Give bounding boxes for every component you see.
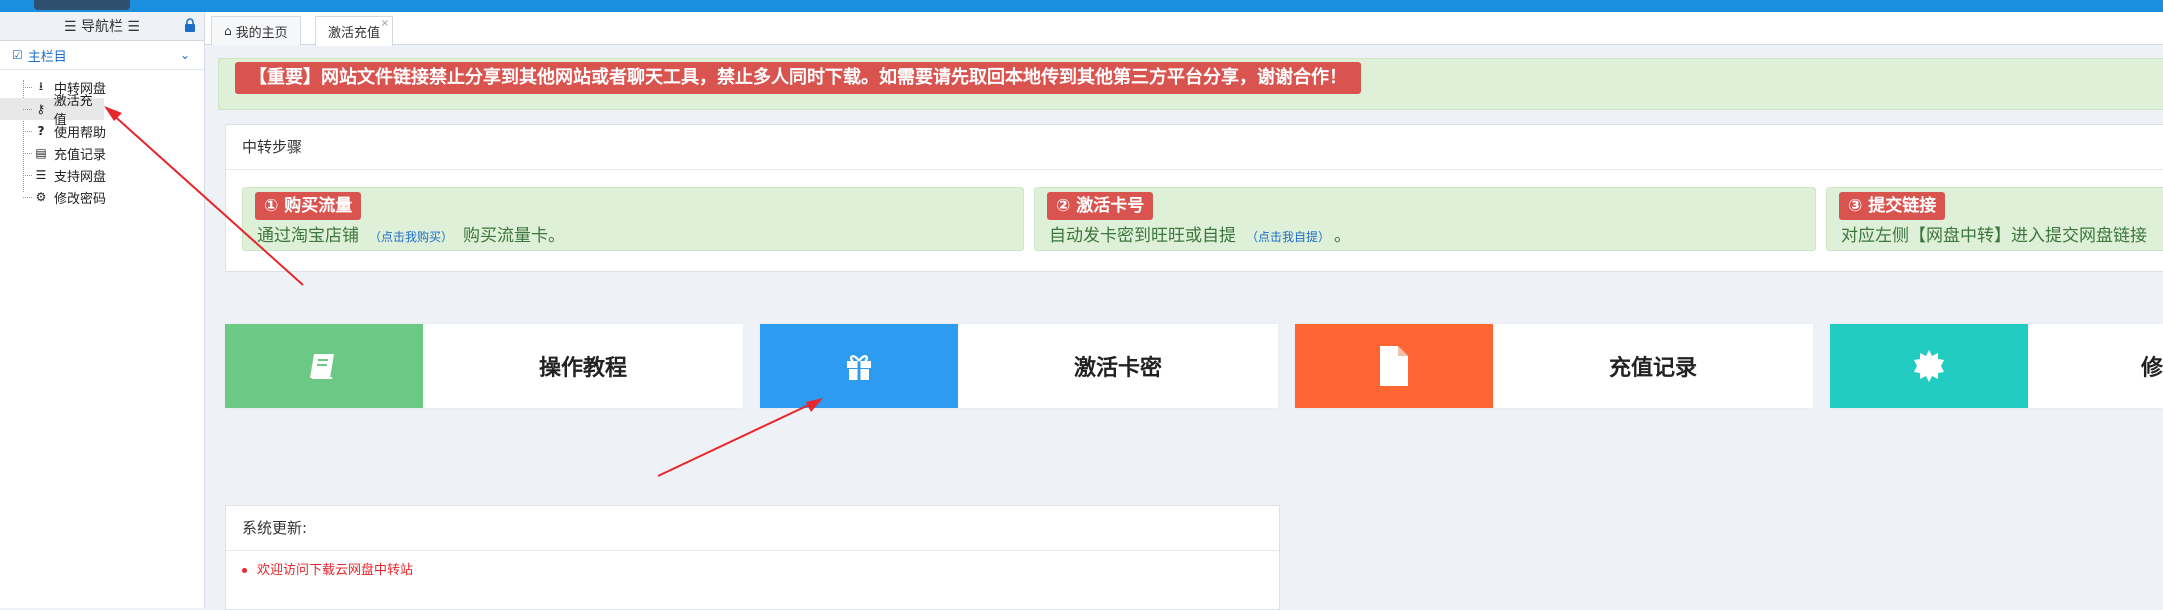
update-title: 系统更新: <box>226 506 1279 551</box>
step-badge: ③ 提交链接 <box>1839 192 1946 220</box>
tab-label: 激活充值 <box>328 26 381 41</box>
sidebar-item-label: 支持网盘 <box>54 169 107 185</box>
bullet-icon <box>242 568 247 573</box>
tile-icon-box <box>760 324 958 408</box>
sidebar-tree: ⭳ 中转网盘 ⚷ 激活充值 ? 使用帮助 ▤ 充值记录 ☰ 支持网盘 ⚙ 修改密… <box>0 70 204 208</box>
key-icon: ⚷ <box>36 102 46 116</box>
home-icon: ⌂ <box>224 24 232 38</box>
sidebar-header-label: ☰ 导航栏 ☰ <box>63 19 140 35</box>
notice-banner: 【重要】网站文件链接禁止分享到其他网站或者聊天工具，禁止多人同时下载。如需要请先… <box>218 58 2163 110</box>
list-icon: ☰ <box>35 168 47 182</box>
tab-label: 我的主页 <box>235 25 288 41</box>
step-text: 对应左侧【网盘中转】进入提交网盘链接 <box>1841 226 2147 246</box>
annotation-arrow <box>657 398 823 477</box>
step-description: 对应左侧【网盘中转】进入提交网盘链接 <box>1841 221 2147 246</box>
sidebar-item-records[interactable]: ▤ 充值记录 <box>0 142 204 164</box>
top-bar <box>0 0 2163 12</box>
sidebar-item-label: 修改密码 <box>54 191 107 207</box>
notice-text: 【重要】网站文件链接禁止分享到其他网站或者聊天工具，禁止多人同时下载。如需要请先… <box>235 62 1361 94</box>
sidebar-item-password[interactable]: ⚙ 修改密码 <box>0 186 204 208</box>
tab-bar: ⌂ 我的主页 激活充值 × <box>205 12 2163 46</box>
update-item-text: 欢迎访问下载云网盘中转站 <box>257 563 414 578</box>
tab-home[interactable]: ⌂ 我的主页 <box>211 16 301 45</box>
gift-icon <box>847 355 871 380</box>
sidebar-item-label: 使用帮助 <box>54 125 107 141</box>
step-text: 自动发卡密到旺旺或自提 <box>1049 226 1236 246</box>
step-badge: ② 激活卡号 <box>1047 192 1154 220</box>
sidebar-item-help[interactable]: ? 使用帮助 <box>0 120 204 142</box>
tile-label: 操作教程 <box>538 356 627 381</box>
lock-icon[interactable] <box>184 18 196 32</box>
book-icon <box>310 354 334 379</box>
step-card: ② 激活卡号 自动发卡密到旺旺或自提 （点击我自提） 。 <box>1034 187 1816 251</box>
self-pickup-link[interactable]: （点击我自提） <box>1246 230 1324 244</box>
tile-label: 充值记录 <box>1608 356 1697 381</box>
step-text: 购买流量卡。 <box>463 226 566 246</box>
chevron-down-icon[interactable]: ⌄ <box>180 48 190 62</box>
download-icon: ⭳ <box>38 78 44 93</box>
step-text: 。 <box>1334 226 1352 246</box>
question-icon: ? <box>37 124 45 138</box>
step-description: 自动发卡密到旺旺或自提 （点击我自提） 。 <box>1049 221 1351 246</box>
buy-link[interactable]: （点击我购买） <box>369 230 453 244</box>
sidebar: ☰ 导航栏 ☰ ☑ 主栏目 ⌄ ⭳ 中转网盘 ⚷ 激活充值 ? 使用帮助 ▤ 充… <box>0 12 205 608</box>
step-text: 通过淘宝店铺 <box>257 226 359 246</box>
tile-recharge-records[interactable]: 充值记录 <box>1295 324 1813 408</box>
system-update-panel: 系统更新: 欢迎访问下载云网盘中转站 <box>225 505 1280 610</box>
tab-activate[interactable]: 激活充值 × <box>315 16 394 46</box>
gear-badge-icon <box>1914 350 1944 382</box>
step-badge: ① 购买流量 <box>255 192 362 220</box>
close-icon[interactable]: × <box>381 18 389 29</box>
sidebar-item-label: 充值记录 <box>54 147 107 163</box>
tile-activate-code[interactable]: 激活卡密 <box>760 324 1278 408</box>
tile-icon-box <box>1295 324 1493 408</box>
tile-change-password[interactable]: 修 <box>1830 324 2163 408</box>
tile-icon-box <box>1830 324 2028 408</box>
step-card: ① 购买流量 通过淘宝店铺 （点击我购买） 购买流量卡。 <box>242 187 1024 251</box>
top-bar-tab[interactable] <box>34 0 130 10</box>
steps-title: 中转步骤 <box>226 125 2163 170</box>
step-description: 通过淘宝店铺 （点击我购买） 购买流量卡。 <box>257 221 565 246</box>
sidebar-item-activate[interactable]: ⚷ 激活充值 <box>0 94 104 128</box>
tile-tutorial[interactable]: 操作教程 <box>225 324 743 408</box>
sidebar-header: ☰ 导航栏 ☰ <box>0 12 204 41</box>
gear-icon: ⚙ <box>35 190 47 204</box>
file-icon <box>1380 346 1408 386</box>
sidebar-section-label: 主栏目 <box>27 49 67 65</box>
checkbox-icon: ☑ <box>12 48 23 62</box>
step-card: ③ 提交链接 对应左侧【网盘中转】进入提交网盘链接 <box>1826 187 2163 251</box>
tile-label: 激活卡密 <box>1073 356 1162 381</box>
steps-panel: 中转步骤 ① 购买流量 通过淘宝店铺 （点击我购买） 购买流量卡。 ② 激活卡号 自… <box>225 124 2163 272</box>
book-icon: ▤ <box>35 146 47 160</box>
update-item[interactable]: 欢迎访问下载云网盘中转站 <box>226 551 1279 578</box>
tile-label: 修 <box>2140 356 2163 381</box>
tile-icon-box <box>225 324 423 408</box>
sidebar-section-main[interactable]: ☑ 主栏目 ⌄ <box>0 41 204 70</box>
sidebar-item-supported[interactable]: ☰ 支持网盘 <box>0 164 204 186</box>
